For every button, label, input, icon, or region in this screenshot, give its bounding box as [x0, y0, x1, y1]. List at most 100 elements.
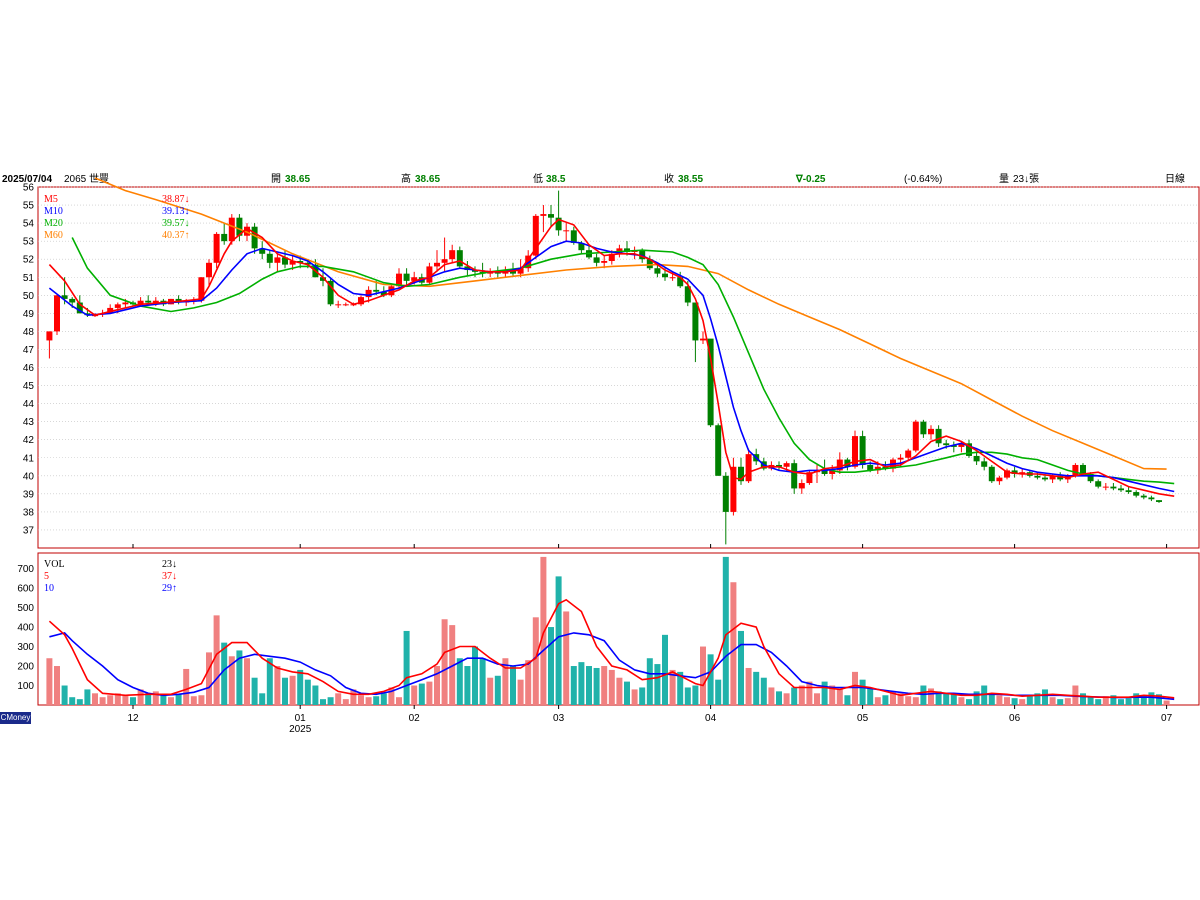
volume-bar	[1004, 697, 1010, 705]
price-tick-label: 54	[23, 219, 35, 230]
candle-body	[373, 289, 380, 292]
volume-bar	[593, 667, 600, 705]
volume-bar	[753, 671, 760, 705]
candle-body	[54, 295, 60, 332]
candle-body	[601, 261, 608, 263]
price-grid	[38, 186, 1199, 531]
candle-body	[206, 262, 212, 278]
month-tick-label: 02	[409, 713, 421, 724]
volume-bar	[973, 691, 980, 705]
candle-body	[920, 421, 927, 435]
volume-bar	[548, 627, 554, 705]
volume-bar	[426, 681, 433, 705]
volume-bar	[882, 695, 889, 705]
month-tick-label: 12	[127, 713, 139, 724]
cmoney-watermark: CMoney	[0, 712, 31, 724]
candle-body	[563, 230, 570, 232]
volume-bar	[380, 693, 387, 705]
volume-bar	[327, 697, 334, 705]
candle-body	[897, 457, 904, 460]
legend-value: 39.13↓	[162, 206, 190, 217]
volume-bar	[122, 695, 129, 705]
volume-tick-label: 700	[17, 564, 34, 575]
volume-bar	[251, 677, 258, 705]
volume-bar	[130, 697, 136, 705]
close-label: 收	[664, 172, 674, 185]
candle-body	[213, 233, 220, 263]
volume-bar	[479, 658, 486, 705]
price-axis: 37 38 39 40 41 42 43 44 45 46 47 48 49 50 51 52 53 54 55 56	[23, 183, 35, 537]
candle-body	[342, 304, 349, 306]
candle-body	[1034, 475, 1041, 478]
price-legend: M5 38.87↓ M10 39.13↓ M20 39.57↓ M60 40.37↑	[44, 194, 190, 241]
candle-body	[798, 483, 805, 489]
month-tick-label: 01	[295, 713, 307, 724]
stock-chart: 2025/07/04 2065 世豐 開 38.65 高 38.65 低 38.…	[2, 172, 1200, 735]
candle-body	[654, 268, 661, 274]
candle-body	[905, 450, 912, 458]
volume-bar	[806, 681, 813, 705]
volume-bar	[859, 679, 866, 705]
volume-bar	[532, 617, 539, 705]
candle-body	[540, 214, 547, 216]
volume-legend-value: 23↓	[162, 559, 177, 570]
volume-bar	[844, 695, 851, 705]
volume-bar	[244, 658, 250, 705]
volume-bar	[692, 685, 699, 705]
candle-body	[434, 262, 440, 267]
price-tick-label: 49	[23, 309, 35, 320]
volume-bar	[335, 693, 342, 705]
volume-bar	[320, 699, 326, 705]
candle-body	[122, 302, 129, 305]
candle-body	[1125, 490, 1132, 493]
candle-body	[928, 428, 934, 435]
candle-body	[935, 428, 942, 444]
candle-body	[1110, 486, 1117, 489]
price-tick-label: 37	[23, 525, 35, 536]
candle-body	[943, 443, 950, 446]
volume-bar	[905, 696, 912, 705]
volume-bar	[745, 667, 752, 705]
low-value: 38.5	[546, 174, 566, 185]
volume-legend-name: 10	[44, 583, 54, 594]
volume-bar	[472, 646, 478, 705]
volume-bar	[517, 679, 524, 705]
volume-bar	[601, 666, 608, 705]
volume-bar	[213, 615, 220, 705]
volume-bar	[966, 699, 972, 705]
legend-name: M10	[44, 206, 63, 217]
candle-body	[730, 466, 737, 512]
candle-body	[221, 233, 228, 242]
volume-bar	[168, 697, 174, 705]
close-value: 38.55	[678, 174, 703, 185]
volume-value: 23↓張	[1013, 173, 1039, 185]
candle-body	[1133, 492, 1140, 496]
price-tick-label: 38	[23, 507, 35, 518]
candle-body	[198, 277, 205, 301]
high-label: 高	[401, 172, 411, 185]
volume-bar	[312, 685, 319, 705]
price-tick-label: 42	[23, 435, 35, 446]
volume-bar	[874, 697, 881, 705]
volume-legend-value: 29↑	[162, 583, 177, 594]
candle-body	[981, 461, 988, 467]
month-tick-label: 03	[553, 713, 565, 724]
volume-legend-name: VOL	[44, 559, 65, 570]
volume-bar	[76, 699, 83, 705]
volume-bar	[61, 685, 68, 705]
volume-axis: 100 200 300 400 500 600 700	[17, 564, 34, 692]
ma60-line	[94, 177, 1167, 470]
price-tick-label: 51	[23, 273, 35, 284]
volume-tick-label: 100	[17, 681, 34, 692]
volume-legend-value: 37↓	[162, 571, 177, 582]
volume-bar	[1011, 698, 1018, 705]
volume-bar	[563, 611, 570, 705]
price-tick-label: 56	[23, 183, 35, 194]
volume-bar	[487, 677, 494, 705]
volume-bar	[221, 642, 228, 705]
candle-body	[403, 273, 410, 281]
candle-body	[1102, 486, 1109, 488]
candle-body	[1148, 497, 1155, 500]
candle-body	[274, 257, 281, 263]
ma20-line	[71, 237, 1175, 485]
